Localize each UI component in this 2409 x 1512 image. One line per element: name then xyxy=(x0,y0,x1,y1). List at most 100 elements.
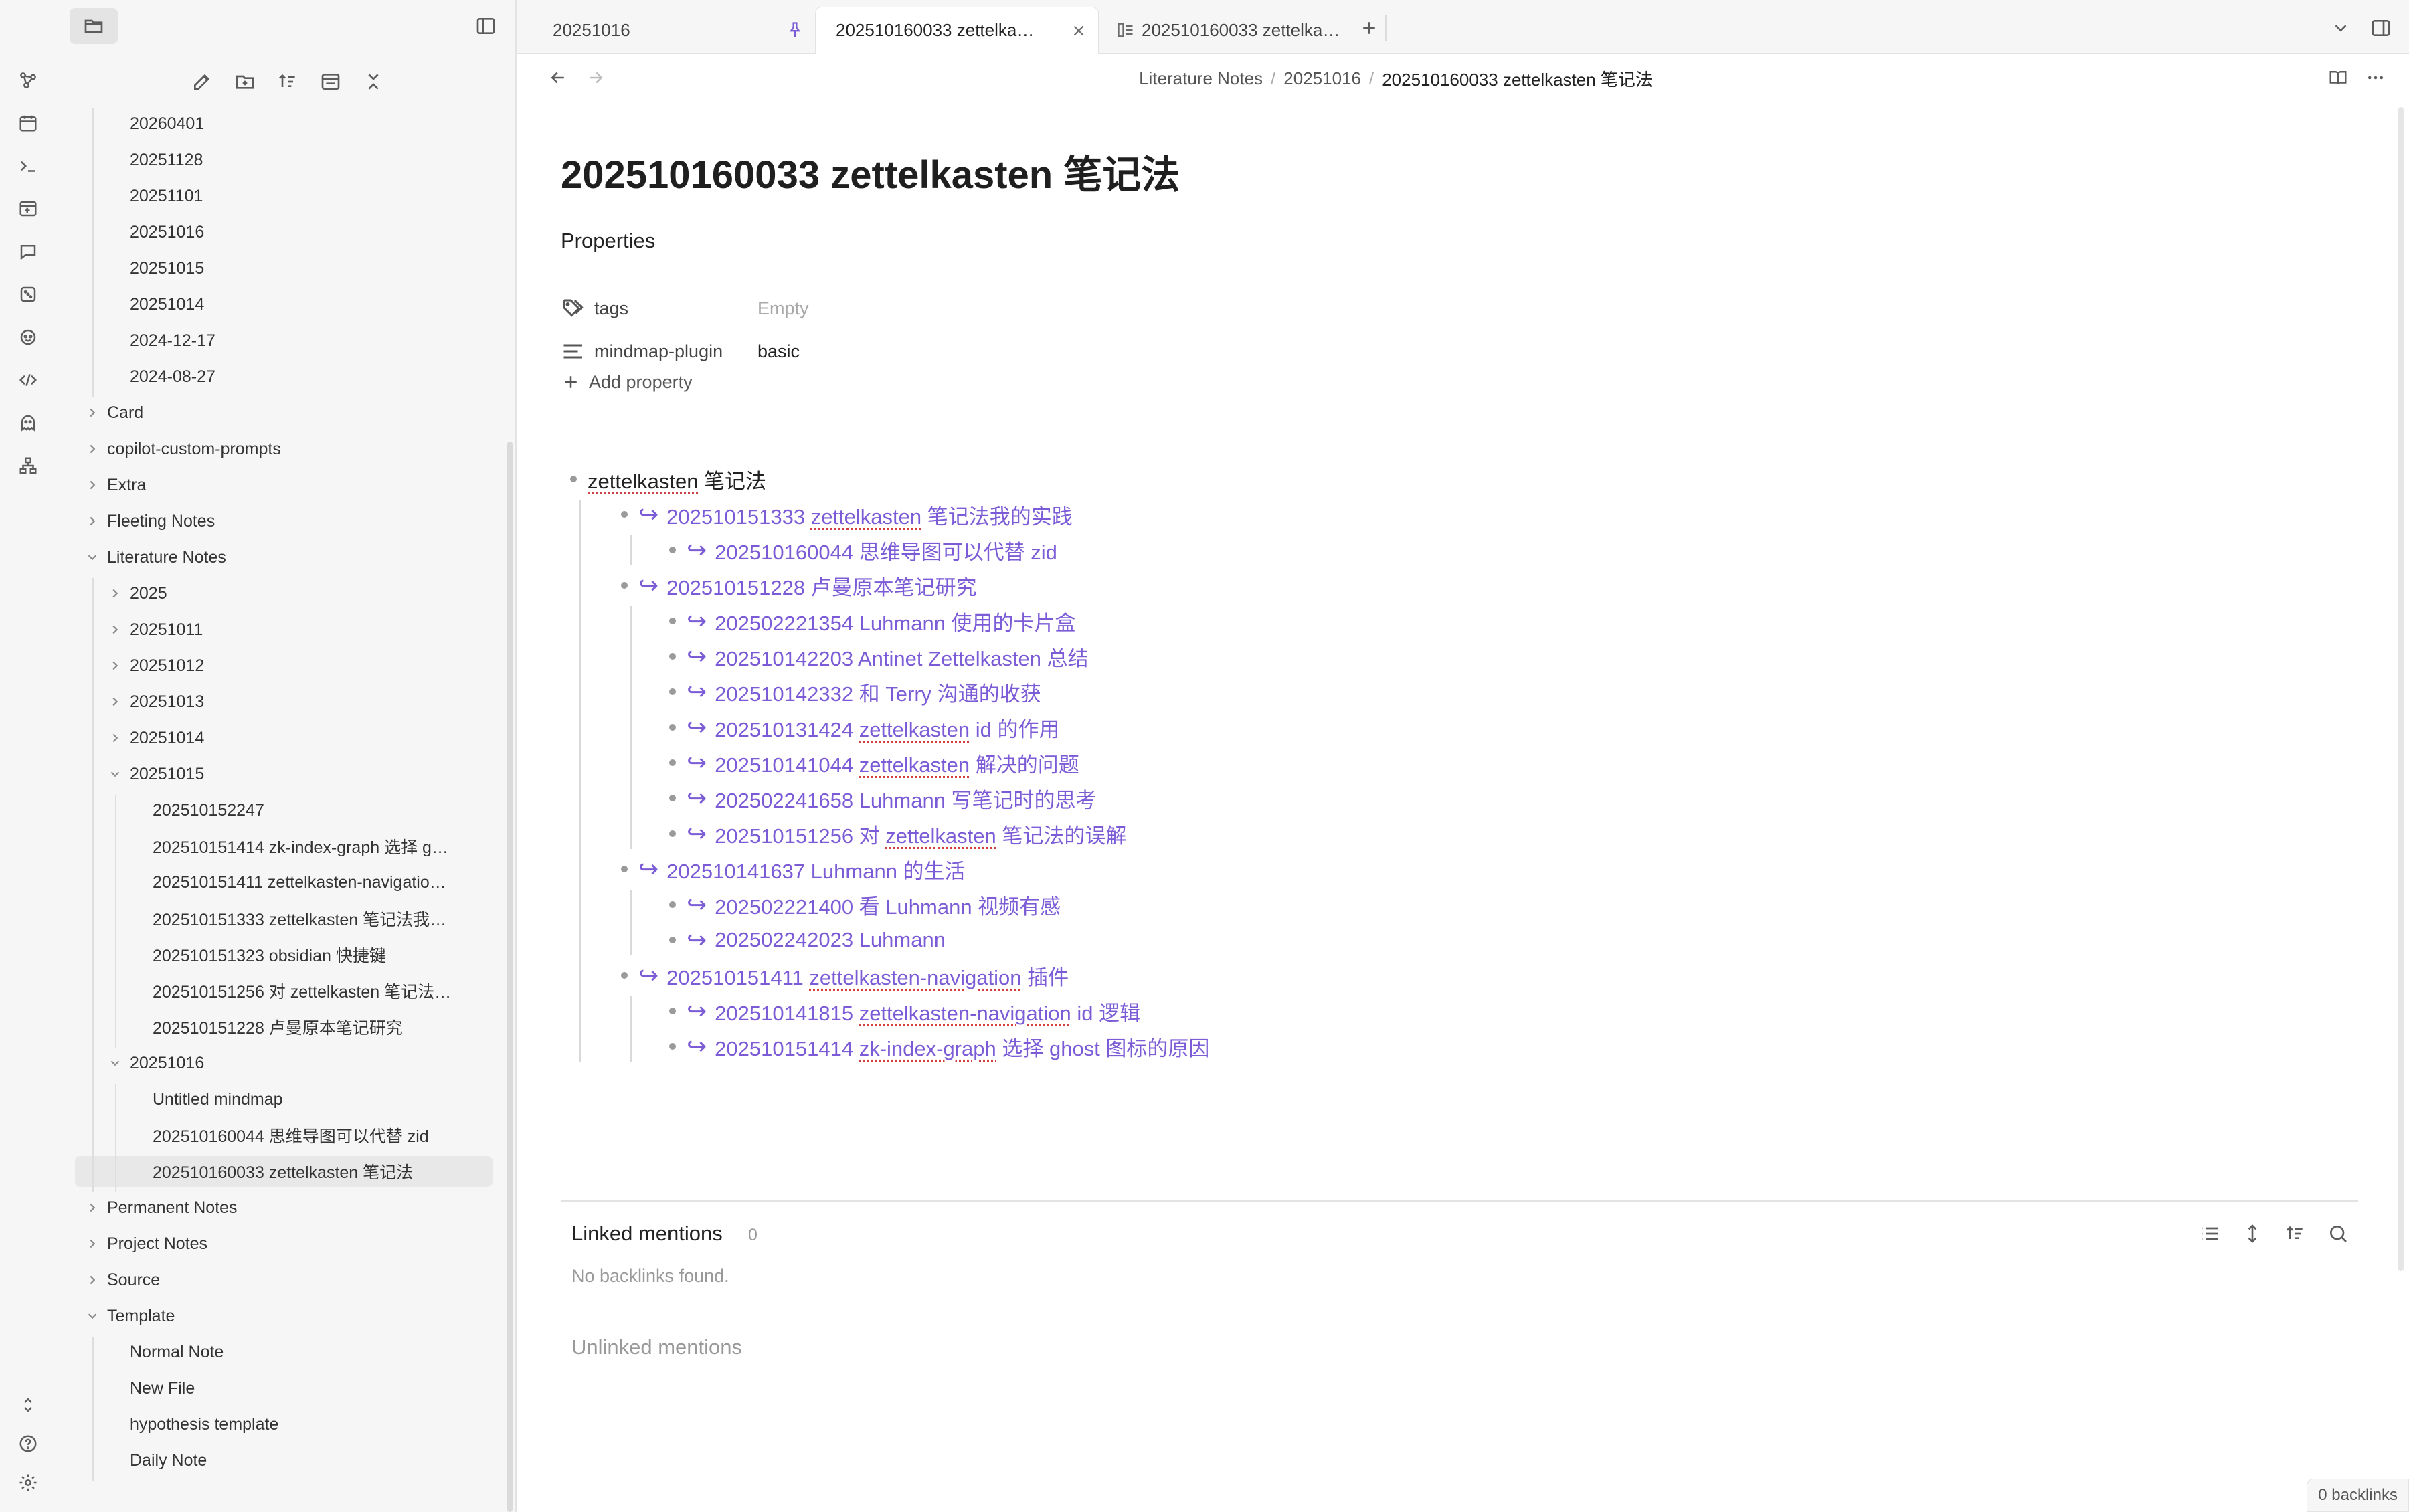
properties-heading[interactable]: Properties xyxy=(561,229,655,253)
tree-file[interactable]: hypothesis template xyxy=(56,1409,491,1440)
graph-view-icon[interactable] xyxy=(15,67,41,94)
tab-pinned[interactable]: 20251016 xyxy=(530,7,811,54)
tree-folder[interactable]: Fleeting Notes xyxy=(56,506,491,537)
internal-link[interactable]: ↪ 202502241658 Luhmann 写笔记时的思考 xyxy=(687,783,1097,814)
chevron-down-icon[interactable] xyxy=(107,766,123,782)
reading-view-button[interactable] xyxy=(2323,63,2353,92)
tree-file[interactable]: 2024-08-27 xyxy=(56,361,491,392)
content-scrollbar[interactable] xyxy=(2398,107,2404,1271)
outline-item[interactable]: ↪ 202510142332 和 Terry 沟通的收获 xyxy=(669,674,1041,709)
collapse-sidebar-button[interactable] xyxy=(462,8,510,44)
file-explorer-tab-button[interactable] xyxy=(70,8,118,44)
settings-gear-icon[interactable] xyxy=(15,1469,41,1496)
chevron-down-icon[interactable] xyxy=(84,549,100,565)
internal-link[interactable]: ↪ 202502221400 看 Luhmann 视频有感 xyxy=(687,890,1061,920)
tree-file[interactable]: 202510151256 对 zettelkasten 笔记法… xyxy=(56,975,491,1006)
breadcrumb-current-note[interactable]: 202510160033 zettelkasten 笔记法 xyxy=(1382,66,1653,91)
ghost-icon[interactable] xyxy=(15,409,41,436)
tree-folder[interactable]: Source xyxy=(56,1264,491,1295)
note-title[interactable]: 202510160033 zettelkasten 笔记法 xyxy=(561,143,1180,199)
random-note-icon[interactable] xyxy=(15,281,41,308)
tree-folder[interactable]: Literature Notes xyxy=(56,542,491,573)
outline-item[interactable]: ↪ 202510131424 zettelkasten id 的作用 xyxy=(669,710,1059,745)
calendar-icon[interactable] xyxy=(15,110,41,136)
tree-folder[interactable]: Extra xyxy=(56,470,491,500)
outline-item[interactable]: ↪ 202510151333 zettelkasten 笔记法我的实践 xyxy=(621,497,1073,532)
chat-icon[interactable] xyxy=(15,238,41,265)
tree-file[interactable]: 202510152247 xyxy=(56,795,491,826)
tree-file[interactable]: 2024-12-17 xyxy=(56,325,491,356)
chevron-right-icon[interactable] xyxy=(107,658,123,674)
internal-link[interactable]: ↪ 202510151228 卢曼原本笔记研究 xyxy=(638,571,977,601)
pin-icon[interactable] xyxy=(786,21,804,39)
internal-link[interactable]: ↪ 202510141044 zettelkasten 解决的问题 xyxy=(687,748,1079,778)
bullet-point[interactable] xyxy=(669,1043,676,1050)
collapse-results-button[interactable] xyxy=(2195,1219,2224,1248)
outline-item[interactable]: ↪ 202510141044 zettelkasten 解决的问题 xyxy=(669,745,1079,780)
chevron-right-icon[interactable] xyxy=(84,1236,100,1252)
show-more-context-button[interactable] xyxy=(2238,1219,2267,1248)
internal-link[interactable]: ↪ 202502242023 Luhmann xyxy=(687,926,946,954)
property-value[interactable]: basic xyxy=(757,341,800,362)
status-bar-backlinks[interactable]: 0 backlinks xyxy=(2307,1479,2409,1512)
tree-file[interactable]: Untitled mindmap xyxy=(56,1084,491,1115)
chevron-right-icon[interactable] xyxy=(84,405,100,421)
internal-link[interactable]: ↪ 202510151411 zettelkasten-navigation 插件 xyxy=(638,961,1069,991)
auto-reveal-button[interactable] xyxy=(316,67,345,96)
outline-item[interactable]: ↪ 202502242023 Luhmann xyxy=(669,923,946,957)
sidebar-scrollbar[interactable] xyxy=(507,442,513,1512)
outline-item[interactable]: ↪ 202502241658 Luhmann 写笔记时的思考 xyxy=(669,781,1097,816)
bullet-point[interactable] xyxy=(621,511,628,518)
outline-root-item[interactable]: zettelkasten 笔记法 xyxy=(570,462,766,496)
chevron-right-icon[interactable] xyxy=(107,730,123,746)
add-property-button[interactable]: Add property xyxy=(561,365,693,399)
help-icon[interactable] xyxy=(15,1430,41,1457)
new-note-button[interactable] xyxy=(187,67,217,96)
tree-folder[interactable]: 20251011 xyxy=(56,614,491,645)
chevron-right-icon[interactable] xyxy=(84,1200,100,1216)
search-backlinks-button[interactable] xyxy=(2323,1219,2353,1248)
tree-folder[interactable]: Project Notes xyxy=(56,1228,491,1259)
outline-item[interactable]: ↪ 202510141815 zettelkasten-navigation id… xyxy=(669,994,1140,1028)
tree-file[interactable]: 202510151411 zettelkasten-navigatio… xyxy=(56,867,491,898)
outline-item[interactable]: ↪ 202510151414 zk-index-graph 选择 ghost 图标… xyxy=(669,1029,1209,1064)
bullet-point[interactable] xyxy=(669,1008,676,1014)
tree-folder[interactable]: 2025 xyxy=(56,578,491,609)
tree-folder[interactable]: 20251014 xyxy=(56,723,491,753)
collapse-all-button[interactable] xyxy=(359,67,388,96)
bullet-point[interactable] xyxy=(669,547,676,553)
property-tags[interactable]: tags Empty xyxy=(561,290,1163,326)
outline-item[interactable]: ↪ 202502221354 Luhmann 使用的卡片盒 xyxy=(669,603,1076,638)
tree-folder[interactable]: 20251016 xyxy=(56,1048,491,1078)
bullet-point[interactable] xyxy=(570,476,577,482)
vault-switcher-icon[interactable] xyxy=(15,1392,41,1418)
tree-folder[interactable]: Permanent Notes xyxy=(56,1192,491,1223)
bullet-point[interactable] xyxy=(621,972,628,979)
outline-item[interactable]: ↪ 202510151228 卢曼原本笔记研究 xyxy=(621,568,977,603)
tree-folder[interactable]: copilot-custom-prompts xyxy=(56,434,491,464)
chevron-right-icon[interactable] xyxy=(107,585,123,601)
tree-file[interactable]: 202510151333 zettelkasten 笔记法我… xyxy=(56,903,491,934)
bullet-point[interactable] xyxy=(669,724,676,731)
new-folder-button[interactable] xyxy=(230,67,260,96)
tree-file[interactable]: 20260401 xyxy=(56,108,491,139)
linked-mentions-heading[interactable]: Linked mentions xyxy=(571,1222,723,1246)
tab-mindmap[interactable]: 202510160033 zettelka… xyxy=(1103,7,1384,54)
sort-backlinks-button[interactable] xyxy=(2281,1219,2310,1248)
tree-file[interactable]: Daily Note xyxy=(56,1445,491,1476)
tab-list-button[interactable] xyxy=(2326,13,2355,43)
tree-folder[interactable]: Card xyxy=(56,397,491,428)
breadcrumb-folder[interactable]: Literature Notes xyxy=(1139,68,1263,89)
sitemap-icon[interactable] xyxy=(15,452,41,479)
tree-file[interactable]: 20251016 xyxy=(56,217,491,248)
internal-link[interactable]: ↪ 202510151333 zettelkasten 笔记法我的实践 xyxy=(638,500,1073,530)
tree-file[interactable]: Normal Note xyxy=(56,1337,491,1367)
internal-link[interactable]: ↪ 202502221354 Luhmann 使用的卡片盒 xyxy=(687,606,1076,636)
templater-icon[interactable] xyxy=(15,367,41,393)
chevron-right-icon[interactable] xyxy=(84,513,100,529)
chevron-right-icon[interactable] xyxy=(84,477,100,493)
tree-file[interactable]: New File xyxy=(56,1373,491,1404)
tree-folder[interactable]: 20251013 xyxy=(56,686,491,717)
chevron-down-icon[interactable] xyxy=(107,1055,123,1071)
outline-item[interactable]: ↪ 202510141637 Luhmann 的生活 xyxy=(621,852,966,886)
